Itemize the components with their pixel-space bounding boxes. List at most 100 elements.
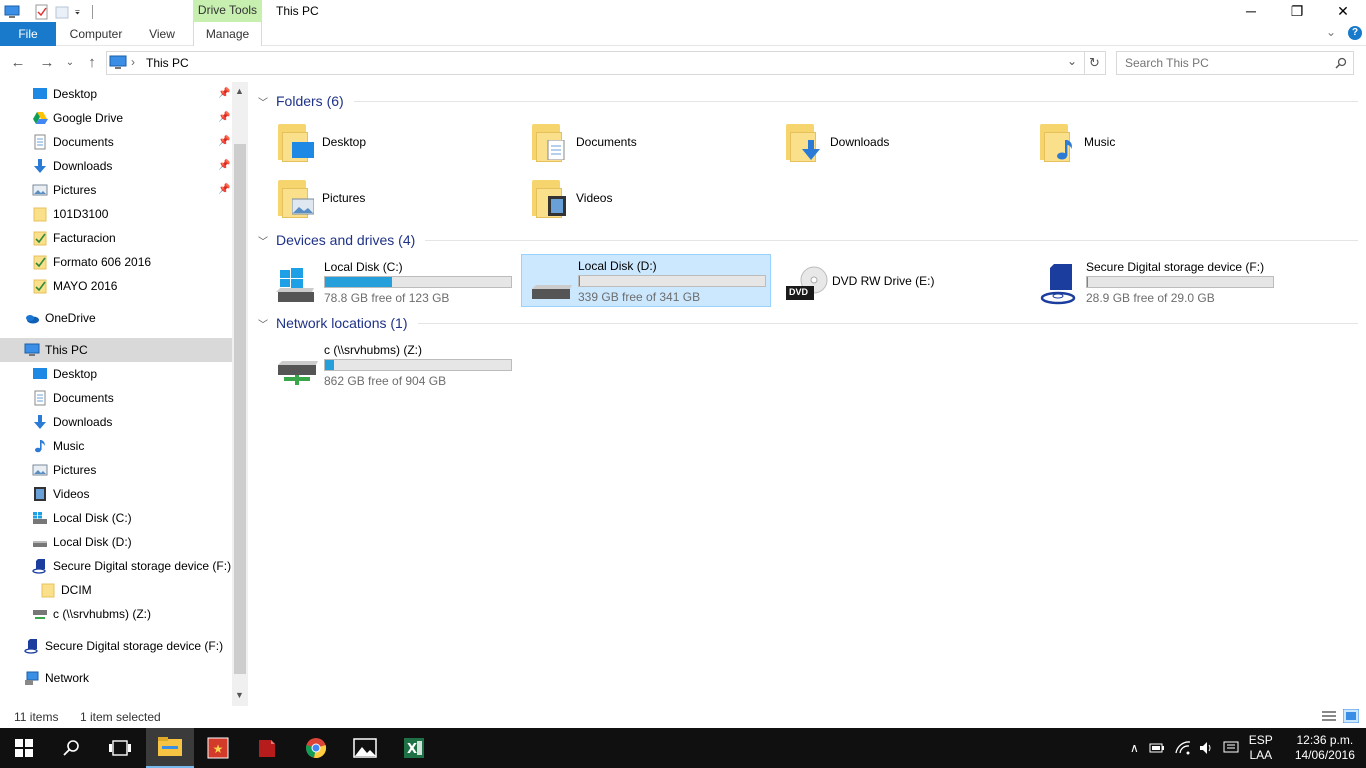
address-bar[interactable]: › This PC ⌄: [106, 51, 1085, 75]
nav-pc-local-disk-c[interactable]: Local Disk (C:): [32, 506, 132, 530]
maximize-button[interactable]: ❐: [1274, 0, 1320, 22]
volume-icon[interactable]: [1199, 741, 1215, 755]
drive-dvd-e[interactable]: DVD DVD RW Drive (E:): [776, 256, 1026, 310]
nav-qa-downloads[interactable]: Downloads: [32, 154, 112, 178]
folder-music[interactable]: Music: [1038, 117, 1278, 167]
collapse-chevron-icon[interactable]: ﹀: [258, 316, 272, 331]
search-icon[interactable]: [1335, 57, 1347, 69]
show-hidden-icons-icon[interactable]: ∧: [1130, 741, 1139, 755]
back-button[interactable]: ←: [8, 53, 28, 73]
collapse-chevron-icon[interactable]: ﹀: [258, 94, 272, 109]
nav-sd-card-root[interactable]: Secure Digital storage device (F:): [24, 634, 223, 658]
drive-sd-card-f[interactable]: Secure Digital storage device (F:) 28.9 …: [1030, 256, 1290, 310]
refresh-button[interactable]: ↻: [1084, 51, 1106, 75]
music-icon: [35, 440, 45, 453]
breadcrumb-separator[interactable]: ›: [131, 55, 135, 69]
folder-videos[interactable]: Videos: [530, 173, 770, 223]
nav-label: Local Disk (C:): [53, 511, 132, 525]
breadcrumb-this-pc[interactable]: This PC: [146, 56, 189, 70]
taskbar-file-explorer[interactable]: [146, 728, 194, 768]
minimize-button[interactable]: ─: [1228, 0, 1274, 22]
this-pc-icon[interactable]: [4, 4, 20, 20]
recent-locations-button[interactable]: ⌄: [62, 53, 78, 73]
nav-pc-desktop[interactable]: Desktop: [32, 362, 97, 386]
nav-label: Google Drive: [53, 111, 124, 125]
drive-usage-fill: [325, 360, 334, 370]
large-icons-view-icon[interactable]: [1343, 709, 1359, 723]
nav-pc-pictures[interactable]: Pictures: [32, 458, 96, 482]
nav-this-pc[interactable]: This PC: [0, 338, 232, 362]
nav-pc-videos[interactable]: Videos: [32, 482, 89, 506]
network-drive-z[interactable]: c (\\srvhubms) (Z:) 862 GB free of 904 G…: [268, 339, 518, 393]
nav-onedrive[interactable]: OneDrive: [24, 306, 96, 330]
address-dropdown-button[interactable]: ⌄: [1067, 54, 1077, 68]
task-view-button[interactable]: [96, 728, 144, 768]
nav-scrollbar[interactable]: ▲ ▼: [232, 82, 248, 706]
folder-downloads[interactable]: Downloads: [784, 117, 1024, 167]
nav-pc-local-disk-d[interactable]: Local Disk (D:): [32, 530, 132, 554]
taskbar-chrome[interactable]: [292, 728, 340, 768]
group-header-devices[interactable]: ﹀ Devices and drives (4): [258, 229, 1358, 251]
nav-qa-101d3100[interactable]: 101D3100: [32, 202, 108, 226]
forward-button[interactable]: →: [37, 53, 57, 73]
up-button[interactable]: ↑: [82, 53, 102, 73]
group-header-folders[interactable]: ﹀ Folders (6): [258, 90, 1358, 112]
search-box[interactable]: [1116, 51, 1354, 75]
group-header-network[interactable]: ﹀ Network locations (1): [258, 312, 1358, 334]
nav-pc-network-drive-z[interactable]: c (\\srvhubms) (Z:): [32, 602, 151, 626]
group-divider: [353, 100, 1358, 102]
group-divider: [417, 322, 1358, 324]
search-input[interactable]: [1117, 52, 1317, 74]
scroll-down-arrow[interactable]: ▼: [235, 690, 244, 700]
taskbar-app-reader[interactable]: [243, 728, 291, 768]
nav-label: OneDrive: [45, 311, 96, 325]
nav-qa-formato-606[interactable]: Formato 606 2016: [32, 250, 151, 274]
start-button[interactable]: [0, 728, 48, 768]
folder-documents[interactable]: Documents: [530, 117, 770, 167]
language-indicator[interactable]: ESP LAA: [1249, 733, 1273, 763]
expand-ribbon-button[interactable]: ⌄: [1326, 25, 1336, 39]
search-taskbar-button[interactable]: [48, 728, 96, 768]
nav-qa-pictures[interactable]: Pictures: [32, 178, 96, 202]
nav-pc-documents[interactable]: Documents: [32, 386, 114, 410]
nav-qa-mayo-2016[interactable]: MAYO 2016: [32, 274, 117, 298]
nav-qa-documents[interactable]: Documents: [32, 130, 114, 154]
battery-icon[interactable]: [1149, 742, 1165, 754]
nav-network[interactable]: Network: [24, 666, 89, 690]
nav-qa-facturacion[interactable]: Facturacion: [32, 226, 116, 250]
details-view-icon[interactable]: [1321, 710, 1337, 722]
scrollbar-thumb[interactable]: [234, 144, 246, 674]
drive-usage-bar: [324, 359, 512, 371]
drive-usage-bar: [578, 275, 766, 287]
folder-pictures[interactable]: Pictures: [276, 173, 516, 223]
tab-manage[interactable]: Manage: [193, 22, 262, 46]
scroll-up-arrow[interactable]: ▲: [235, 86, 244, 96]
nav-qa-google-drive[interactable]: Google Drive: [32, 106, 123, 130]
clock[interactable]: 12:36 p.m. 14/06/2016: [1295, 733, 1355, 763]
nav-qa-desktop[interactable]: Desktop: [32, 82, 97, 106]
new-folder-icon[interactable]: [54, 4, 70, 20]
nav-pc-dcim[interactable]: DCIM: [40, 578, 92, 602]
properties-icon[interactable]: [34, 4, 50, 20]
customize-toolbar-icon[interactable]: [74, 4, 84, 20]
action-center-icon[interactable]: [1223, 741, 1239, 755]
drive-local-disk-d[interactable]: Local Disk (D:) 339 GB free of 341 GB: [521, 254, 771, 307]
nav-pc-sd-card[interactable]: Secure Digital storage device (F:): [32, 554, 231, 578]
close-button[interactable]: ✕: [1320, 0, 1366, 22]
nav-pc-music[interactable]: Music: [32, 434, 84, 458]
pin-icon: 📌: [218, 112, 231, 123]
nav-pc-downloads[interactable]: Downloads: [32, 410, 112, 434]
help-button[interactable]: ?: [1348, 26, 1362, 40]
collapse-chevron-icon[interactable]: ﹀: [258, 233, 272, 248]
taskbar-photos[interactable]: [341, 728, 389, 768]
tab-view[interactable]: View: [140, 22, 184, 46]
wifi-icon[interactable]: [1175, 741, 1191, 755]
tab-file[interactable]: File: [0, 22, 56, 46]
taskbar-excel[interactable]: X: [390, 728, 438, 768]
drive-local-disk-c[interactable]: Local Disk (C:) 78.8 GB free of 123 GB: [268, 256, 518, 310]
pictures-folder-icon: [276, 178, 316, 218]
taskbar-app-red[interactable]: ★: [194, 728, 242, 768]
tab-computer[interactable]: Computer: [62, 22, 130, 46]
folder-desktop[interactable]: Desktop: [276, 117, 516, 167]
sd-card-icon: [32, 559, 46, 574]
